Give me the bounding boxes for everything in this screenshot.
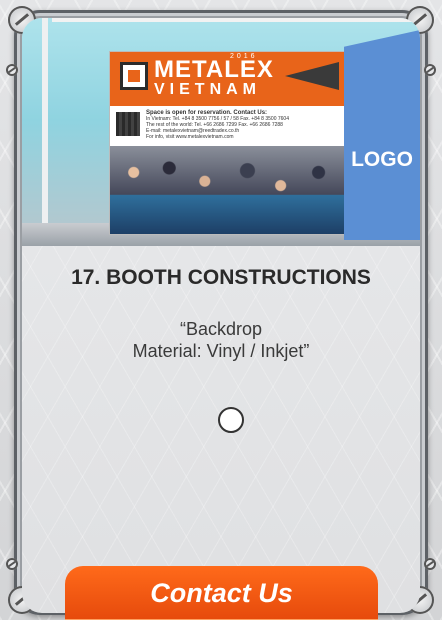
banner-info: Space is open for reservation. Contact U… [110, 106, 347, 146]
banner-brand: METALEX [154, 56, 274, 83]
card-description: “Backdrop Material: Vinyl / Inkjet” [22, 318, 420, 362]
contact-us-button[interactable]: Contact Us [65, 566, 378, 620]
description-line: “Backdrop [179, 319, 263, 339]
description-line: Material: Vinyl / Inkjet” [132, 341, 310, 361]
qr-code-icon [116, 112, 140, 136]
card-title: 17. BOOTH CONSTRUCTIONS [71, 266, 371, 289]
booth-image: 2016 METALEX VIETNAM Space is open for r… [22, 18, 420, 246]
circle-indicator-icon[interactable] [218, 407, 244, 433]
metalex-logo-icon [120, 62, 148, 90]
banner-header: 2016 METALEX VIETNAM [110, 52, 347, 106]
logo-text: LOGO [351, 148, 413, 171]
arrow-graphic-icon [285, 62, 339, 90]
crowd-photo [110, 146, 347, 234]
banner-line: For info, visit www.metalexvietnam.com [146, 134, 234, 140]
banner-info-text: Space is open for reservation. Contact U… [146, 110, 336, 140]
side-bolt-icon [424, 558, 436, 570]
logo-panel: LOGO [344, 30, 420, 240]
side-bolt-icon [6, 64, 18, 76]
card-panel: 2016 METALEX VIETNAM Space is open for r… [22, 18, 420, 613]
side-bolt-icon [6, 558, 18, 570]
booth-wall [42, 18, 48, 238]
side-bolt-icon [424, 64, 436, 76]
backdrop-banner: 2016 METALEX VIETNAM Space is open for r… [110, 52, 347, 234]
banner-brand-sub: VIETNAM [154, 81, 261, 98]
contact-us-label: Contact Us [150, 577, 293, 608]
